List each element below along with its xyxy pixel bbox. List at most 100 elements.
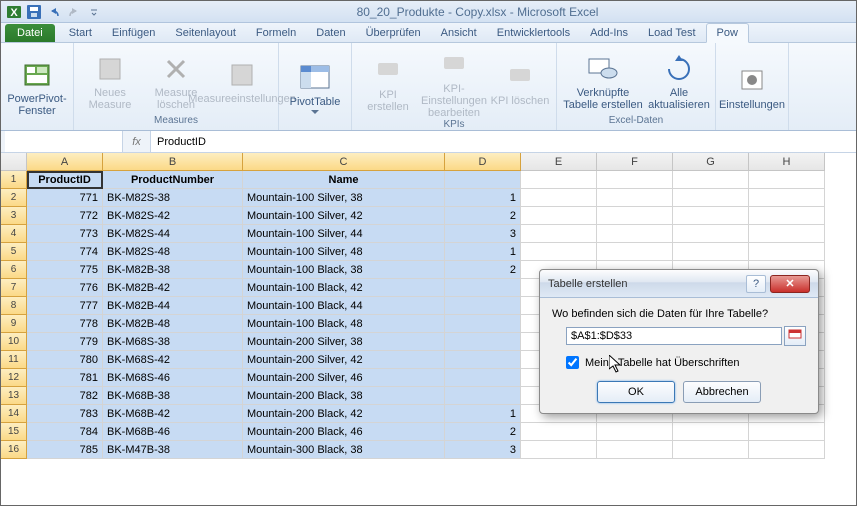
data-cell[interactable]: 785: [27, 441, 103, 459]
data-cell[interactable]: BK-M82B-38: [103, 261, 243, 279]
data-cell[interactable]: 773: [27, 225, 103, 243]
data-cell[interactable]: 1: [445, 243, 521, 261]
tab-formeln[interactable]: Formeln: [246, 24, 306, 42]
tab-file[interactable]: Datei: [5, 24, 55, 42]
tab-load test[interactable]: Load Test: [638, 24, 706, 42]
data-cell[interactable]: 2: [445, 261, 521, 279]
empty-cell[interactable]: [597, 423, 673, 441]
header-cell[interactable]: ProductNumber: [103, 171, 243, 189]
tab-ansicht[interactable]: Ansicht: [431, 24, 487, 42]
data-cell[interactable]: 774: [27, 243, 103, 261]
row-head[interactable]: 3: [1, 207, 27, 225]
data-cell[interactable]: 775: [27, 261, 103, 279]
data-cell[interactable]: BK-M68S-42: [103, 351, 243, 369]
empty-cell[interactable]: [749, 189, 825, 207]
row-head[interactable]: 13: [1, 387, 27, 405]
powerpivot-window-button[interactable]: PowerPivot-Fenster: [7, 55, 67, 117]
data-cell[interactable]: BK-M82B-44: [103, 297, 243, 315]
qat-dropdown-icon[interactable]: [85, 3, 103, 21]
empty-cell[interactable]: [749, 207, 825, 225]
tab-start[interactable]: Start: [59, 24, 102, 42]
empty-cell[interactable]: [597, 441, 673, 459]
col-head-G[interactable]: G: [673, 153, 749, 171]
help-icon[interactable]: ?: [746, 275, 766, 293]
empty-cell[interactable]: [597, 243, 673, 261]
select-all-corner[interactable]: [1, 153, 27, 171]
refresh-all-button[interactable]: Alle aktualisieren: [649, 49, 709, 111]
empty-cell[interactable]: [673, 243, 749, 261]
tab-einfügen[interactable]: Einfügen: [102, 24, 165, 42]
row-head[interactable]: 7: [1, 279, 27, 297]
empty-cell[interactable]: [749, 243, 825, 261]
empty-cell[interactable]: [749, 441, 825, 459]
data-cell[interactable]: 1: [445, 405, 521, 423]
row-head[interactable]: 10: [1, 333, 27, 351]
data-cell[interactable]: [445, 279, 521, 297]
header-cell[interactable]: Name: [243, 171, 445, 189]
linked-table-button[interactable]: Verknüpfte Tabelle erstellen: [563, 49, 643, 111]
data-cell[interactable]: [445, 387, 521, 405]
empty-cell[interactable]: [597, 171, 673, 189]
empty-cell[interactable]: [521, 171, 597, 189]
data-cell[interactable]: BK-M68S-38: [103, 333, 243, 351]
empty-cell[interactable]: [749, 225, 825, 243]
col-head-B[interactable]: B: [103, 153, 243, 171]
empty-cell[interactable]: [673, 441, 749, 459]
row-head[interactable]: 14: [1, 405, 27, 423]
tab-überprüfen[interactable]: Überprüfen: [356, 24, 431, 42]
row-head[interactable]: 4: [1, 225, 27, 243]
data-cell[interactable]: Mountain-300 Black, 38: [243, 441, 445, 459]
data-cell[interactable]: BK-M82S-42: [103, 207, 243, 225]
data-cell[interactable]: 777: [27, 297, 103, 315]
data-cell[interactable]: BK-M68B-46: [103, 423, 243, 441]
data-cell[interactable]: 779: [27, 333, 103, 351]
col-head-D[interactable]: D: [445, 153, 521, 171]
range-input[interactable]: [566, 327, 782, 345]
data-cell[interactable]: [445, 351, 521, 369]
data-cell[interactable]: BK-M68S-46: [103, 369, 243, 387]
row-head[interactable]: 2: [1, 189, 27, 207]
empty-cell[interactable]: [597, 189, 673, 207]
row-head[interactable]: 8: [1, 297, 27, 315]
data-cell[interactable]: 780: [27, 351, 103, 369]
data-cell[interactable]: [445, 369, 521, 387]
empty-cell[interactable]: [749, 171, 825, 189]
undo-icon[interactable]: [45, 3, 63, 21]
data-cell[interactable]: Mountain-100 Silver, 44: [243, 225, 445, 243]
data-cell[interactable]: BK-M68B-42: [103, 405, 243, 423]
data-cell[interactable]: Mountain-100 Silver, 48: [243, 243, 445, 261]
data-cell[interactable]: Mountain-100 Silver, 42: [243, 207, 445, 225]
row-head[interactable]: 5: [1, 243, 27, 261]
row-head[interactable]: 9: [1, 315, 27, 333]
col-head-E[interactable]: E: [521, 153, 597, 171]
data-cell[interactable]: BK-M82S-44: [103, 225, 243, 243]
data-cell[interactable]: Mountain-200 Black, 38: [243, 387, 445, 405]
empty-cell[interactable]: [673, 225, 749, 243]
empty-cell[interactable]: [521, 243, 597, 261]
row-head[interactable]: 11: [1, 351, 27, 369]
data-cell[interactable]: 778: [27, 315, 103, 333]
data-cell[interactable]: 2: [445, 423, 521, 441]
data-cell[interactable]: 3: [445, 225, 521, 243]
empty-cell[interactable]: [673, 423, 749, 441]
close-icon[interactable]: ✕: [770, 275, 810, 293]
data-cell[interactable]: [445, 297, 521, 315]
empty-cell[interactable]: [521, 423, 597, 441]
row-head[interactable]: 16: [1, 441, 27, 459]
empty-cell[interactable]: [521, 207, 597, 225]
empty-cell[interactable]: [597, 207, 673, 225]
col-head-A[interactable]: A: [27, 153, 103, 171]
save-icon[interactable]: [25, 3, 43, 21]
empty-cell[interactable]: [673, 189, 749, 207]
data-cell[interactable]: Mountain-100 Black, 38: [243, 261, 445, 279]
data-cell[interactable]: Mountain-100 Black, 42: [243, 279, 445, 297]
data-cell[interactable]: Mountain-200 Silver, 46: [243, 369, 445, 387]
empty-cell[interactable]: [749, 423, 825, 441]
pivottable-button[interactable]: PivotTable: [285, 58, 345, 114]
data-cell[interactable]: BK-M47B-38: [103, 441, 243, 459]
redo-icon[interactable]: [65, 3, 83, 21]
row-head[interactable]: 12: [1, 369, 27, 387]
empty-cell[interactable]: [597, 225, 673, 243]
data-cell[interactable]: BK-M82B-42: [103, 279, 243, 297]
tab-daten[interactable]: Daten: [306, 24, 355, 42]
